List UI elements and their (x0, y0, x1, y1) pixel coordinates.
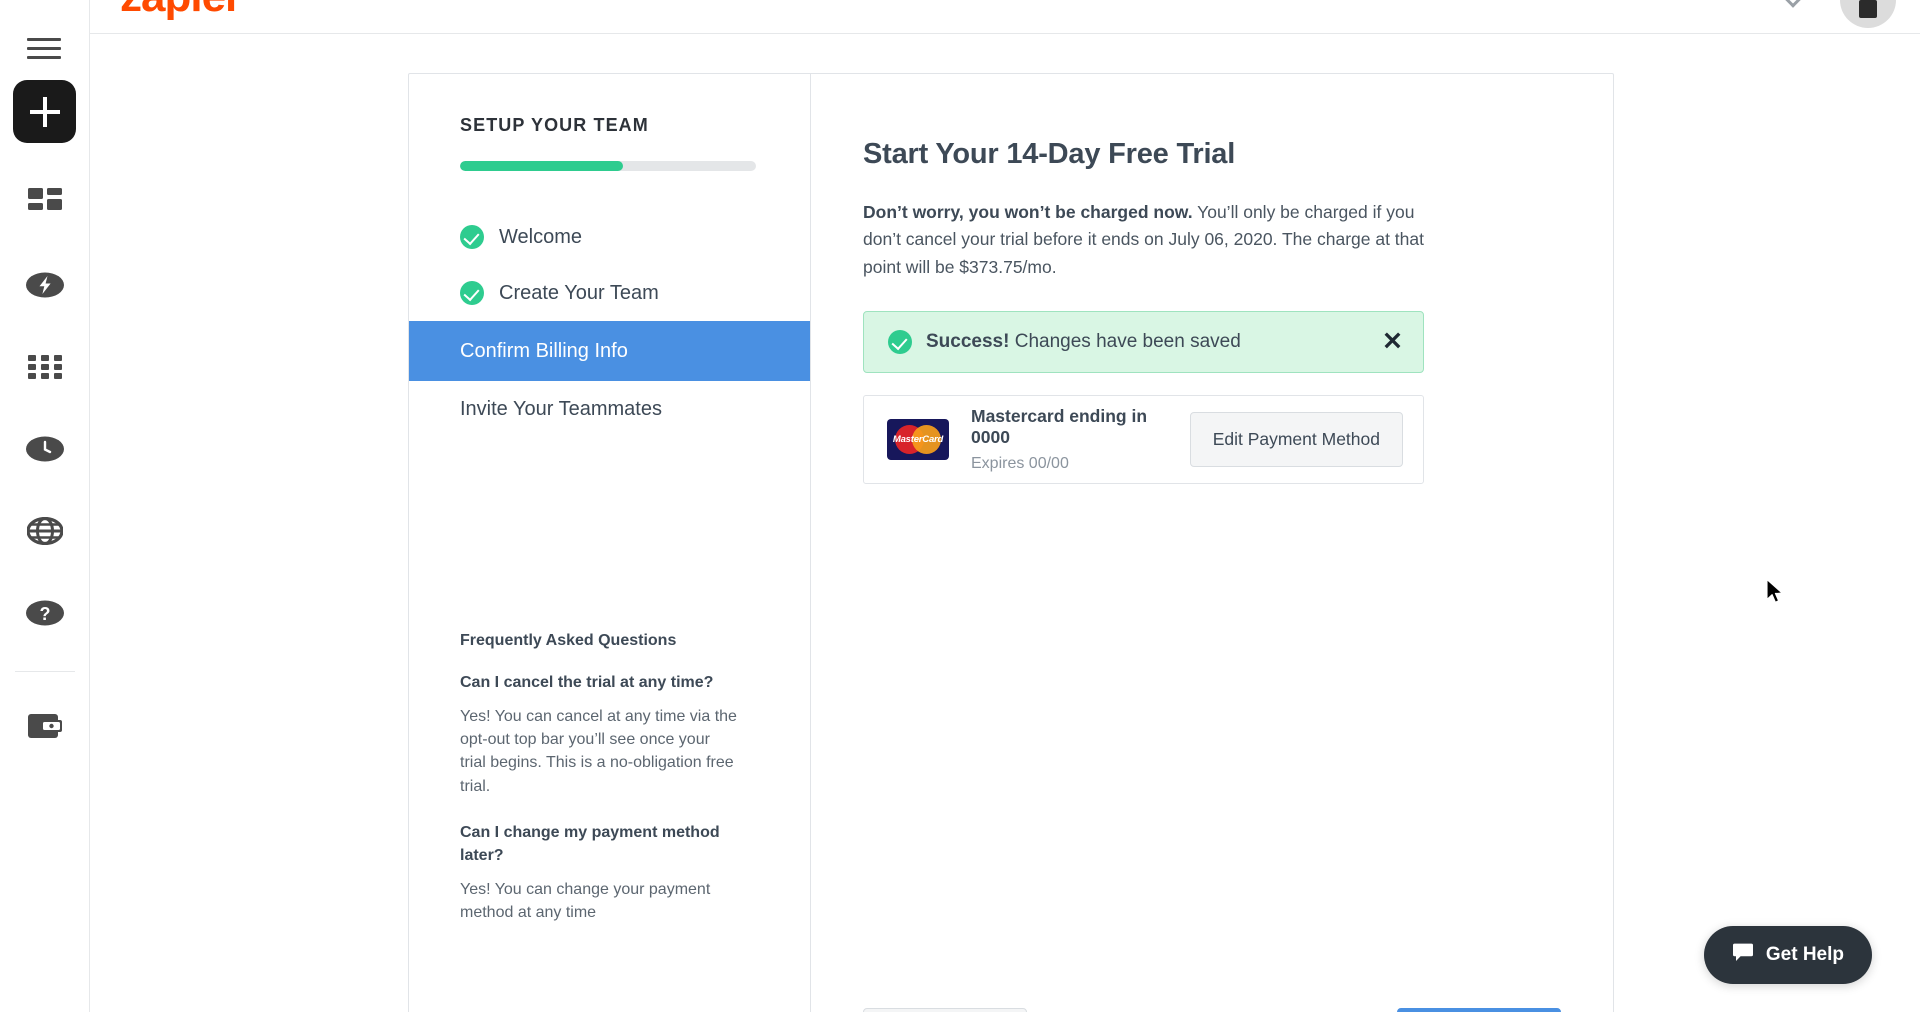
sidebar-item-zaps[interactable] (23, 263, 67, 307)
faq-section: Frequently Asked Questions Can I cancel … (460, 632, 740, 948)
edit-payment-method-button[interactable]: Edit Payment Method (1189, 411, 1403, 467)
faq-answer: Yes! You can cancel at any time via the … (460, 707, 737, 795)
sidebar-item-billing[interactable] (23, 704, 67, 748)
start-trial-button[interactable]: Start Trial (1397, 1008, 1561, 1012)
check-circle-icon (888, 329, 912, 354)
step-label: Invite Your Teammates (460, 397, 662, 420)
step-label: Confirm Billing Info (460, 339, 628, 362)
setup-progress-fill (460, 161, 623, 171)
trial-description-bold: Don’t worry, you won’t be charged now. (863, 202, 1193, 222)
main-heading: Start Your 14-Day Free Trial (863, 138, 1236, 170)
clock-icon (25, 435, 64, 463)
wizard-steps-column: SETUP YOUR TEAM Welcome Create Your Team (409, 74, 811, 1012)
sidebar-item-help[interactable]: ? (23, 591, 67, 635)
check-circle-icon (460, 225, 484, 249)
success-alert-message: Changes have been saved (1009, 330, 1241, 352)
sidebar-item-history[interactable] (23, 427, 67, 471)
card-number-label: Mastercard ending in 0000 (971, 405, 1148, 447)
left-icon-rail: ? (0, 0, 90, 1012)
grid-apps-icon (27, 355, 62, 379)
question-mark-icon: ? (25, 599, 64, 627)
hamburger-icon[interactable] (26, 33, 63, 63)
wizard-footer-buttons: Back Start Trial (863, 1008, 1561, 1012)
top-bar: zapier (90, 0, 1920, 34)
payment-method-card: MasterCard Mastercard ending in 0000 Exp… (863, 394, 1424, 484)
payment-method-info: Mastercard ending in 0000 Expires 00/00 (971, 406, 1190, 473)
create-zap-button[interactable] (13, 80, 76, 143)
faq-answer: Yes! You can change your payment method … (460, 880, 711, 921)
mastercard-wordmark: MasterCard (892, 433, 944, 445)
wizard-step-list: Welcome Create Your Team Confirm Billing… (409, 209, 810, 437)
setup-wizard-card: SETUP YOUR TEAM Welcome Create Your Team (408, 73, 1614, 1012)
step-label: Create Your Team (499, 281, 659, 304)
trial-description: Don’t worry, you won’t be charged now. Y… (863, 199, 1441, 281)
dashboard-icon (27, 188, 62, 218)
success-alert-text: Success! Changes have been saved (926, 331, 1241, 353)
globe-icon (26, 517, 63, 545)
get-help-button[interactable]: Get Help (1703, 926, 1872, 984)
mouse-cursor (1766, 579, 1786, 605)
rail-divider (14, 671, 75, 672)
sidebar-item-welcome[interactable]: Welcome (409, 209, 810, 265)
wallet-icon (27, 712, 62, 740)
app-root: ? zapier S (0, 0, 1920, 1012)
card-expiry-label: Expires 00/00 (971, 454, 1069, 472)
step-label: Welcome (499, 225, 582, 248)
check-circle-icon (460, 281, 484, 305)
avatar-glyph (1859, 0, 1877, 18)
get-help-label: Get Help (1765, 944, 1844, 965)
faq-question: Can I cancel the trial at any time? (460, 674, 714, 691)
mastercard-icon: MasterCard (887, 418, 949, 460)
avatar[interactable] (1840, 0, 1896, 28)
billing-main-panel: Start Your 14-Day Free Trial Don’t worry… (811, 74, 1613, 1012)
page-title: SETUP YOUR TEAM (460, 115, 649, 135)
bolt-icon (25, 271, 64, 299)
close-icon[interactable]: ✕ (1382, 329, 1403, 354)
success-alert-bold: Success! (926, 330, 1010, 352)
back-button[interactable]: Back (863, 1008, 1027, 1012)
zapier-logo[interactable]: zapier (120, 0, 242, 22)
sidebar-item-apps[interactable] (23, 345, 67, 389)
faq-question: Can I change my payment method later? (460, 824, 720, 864)
faq-heading: Frequently Asked Questions (460, 632, 677, 649)
setup-progress-bar (460, 161, 756, 171)
sidebar-item-create-your-team[interactable]: Create Your Team (409, 265, 810, 321)
plus-icon (29, 96, 60, 127)
chevron-down-icon[interactable] (1780, 0, 1806, 8)
sidebar-item-dashboard[interactable] (23, 181, 67, 225)
sidebar-item-confirm-billing-info[interactable]: Confirm Billing Info (409, 321, 810, 381)
content-canvas: SETUP YOUR TEAM Welcome Create Your Team (90, 35, 1920, 1012)
svg-text:?: ? (39, 604, 50, 624)
sidebar-item-invite-your-teammates[interactable]: Invite Your Teammates (409, 381, 810, 437)
chat-bubble-icon (1732, 943, 1754, 967)
sidebar-item-explore[interactable] (23, 509, 67, 553)
success-alert: Success! Changes have been saved ✕ (863, 310, 1424, 373)
